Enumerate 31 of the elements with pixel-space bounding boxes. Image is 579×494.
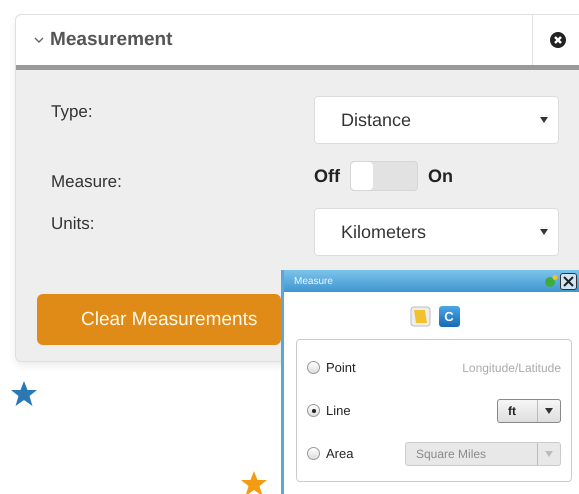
chevron-icon[interactable] (34, 36, 44, 44)
dropdown[interactable]: Kilometers (314, 208, 559, 256)
window-title: Measure (294, 276, 333, 286)
caret-icon (545, 408, 553, 414)
unit-dropdown[interactable]: ft (497, 398, 561, 422)
caret-icon (540, 117, 548, 123)
field-label: Units: (51, 213, 96, 234)
note-icon (410, 306, 430, 327)
radio-button[interactable] (307, 361, 320, 374)
close-icon (550, 32, 566, 48)
note-button[interactable] (410, 306, 430, 327)
option-label: Line (326, 403, 352, 418)
dropdown[interactable]: Distance (314, 96, 559, 144)
coordinate-format: Longitude/Latitude (462, 360, 561, 374)
close-button[interactable] (560, 272, 577, 290)
radio-button[interactable] (307, 404, 320, 417)
toggle-label: On (428, 166, 453, 186)
panel-title: Measurement (50, 29, 172, 51)
star-icon[interactable] (10, 380, 38, 408)
option-label: Area (326, 446, 354, 461)
close-icon (563, 276, 574, 286)
field-label: Type: (51, 101, 94, 122)
caret-icon (545, 450, 553, 456)
clear-button[interactable]: C (438, 306, 460, 327)
toggle-switch[interactable] (350, 161, 418, 191)
option-label: Point (326, 360, 357, 375)
caret-icon (540, 229, 548, 235)
field-label: Measure: (51, 171, 123, 192)
toggle-label: Off (314, 166, 340, 186)
toggle-thumb[interactable] (351, 162, 373, 190)
star-icon[interactable] (240, 470, 268, 494)
